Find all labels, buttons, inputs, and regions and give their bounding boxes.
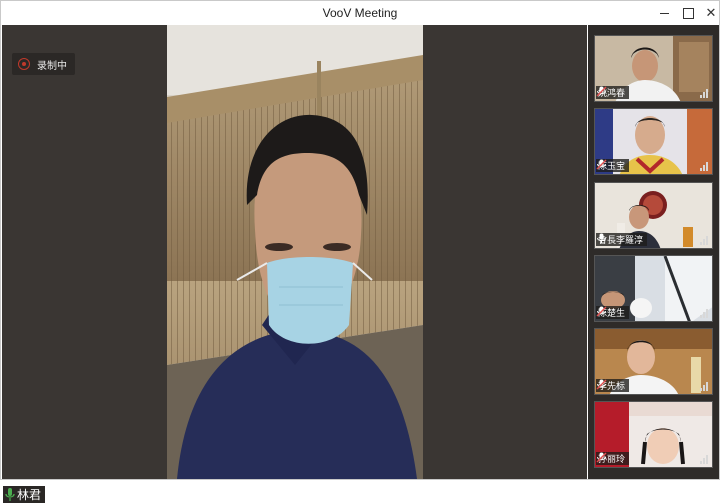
participant-label: 會長李羅淳 <box>596 233 648 246</box>
mic-muted-icon <box>596 159 607 170</box>
active-speaker-tag: 林君 <box>3 486 46 503</box>
participant-tile[interactable]: 李先标 <box>594 328 713 395</box>
participant-tile[interactable]: 會長李羅淳 <box>594 182 713 249</box>
mic-muted-icon <box>596 379 607 390</box>
microphone-icon <box>597 233 606 244</box>
recording-label: 录制中 <box>37 60 67 72</box>
participant-tile[interactable]: 陈玉宝 <box>594 108 713 175</box>
participant-label: 孙丽玲 <box>596 452 630 465</box>
participant-label: 李先标 <box>596 379 630 392</box>
mic-muted-icon <box>596 452 607 463</box>
participant-label: 陈楚生 <box>596 306 630 319</box>
participant-sidebar: 姚鸿春 陈玉宝 會長李羅淳 陈楚生 李先标 孙丽玲 <box>588 25 719 479</box>
meeting-window: VooV Meeting ✕ 录制中 林君 姚鸿春 陈玉宝 會長李羅淳 陈楚生 … <box>0 0 720 503</box>
participant-label: 陈玉宝 <box>596 159 630 172</box>
speaker-video-frame <box>167 25 423 479</box>
signal-icon <box>700 382 708 391</box>
close-icon[interactable]: ✕ <box>701 4 720 22</box>
signal-icon <box>700 89 708 98</box>
main-video[interactable] <box>167 25 423 479</box>
signal-icon <box>700 162 708 171</box>
participant-tile[interactable]: 孙丽玲 <box>594 401 713 468</box>
main-stage: 录制中 林君 <box>2 25 587 503</box>
participant-tile[interactable]: 陈楚生 <box>594 255 713 322</box>
signal-icon <box>700 309 708 318</box>
title-bar[interactable]: VooV Meeting ✕ <box>1 1 719 25</box>
record-icon <box>18 58 30 70</box>
signal-icon <box>700 236 708 245</box>
recording-badge[interactable]: 录制中 <box>12 53 75 75</box>
mic-muted-icon <box>596 306 607 317</box>
mic-muted-icon <box>596 86 607 97</box>
participant-label: 姚鸿春 <box>596 86 630 99</box>
participant-tile[interactable]: 姚鸿春 <box>594 35 713 102</box>
maximize-icon[interactable] <box>678 4 698 22</box>
microphone-icon <box>5 487 15 501</box>
window-title: VooV Meeting <box>322 6 398 20</box>
minimize-icon[interactable] <box>655 4 675 22</box>
signal-icon <box>700 455 708 464</box>
active-speaker-name: 林君 <box>17 488 42 502</box>
